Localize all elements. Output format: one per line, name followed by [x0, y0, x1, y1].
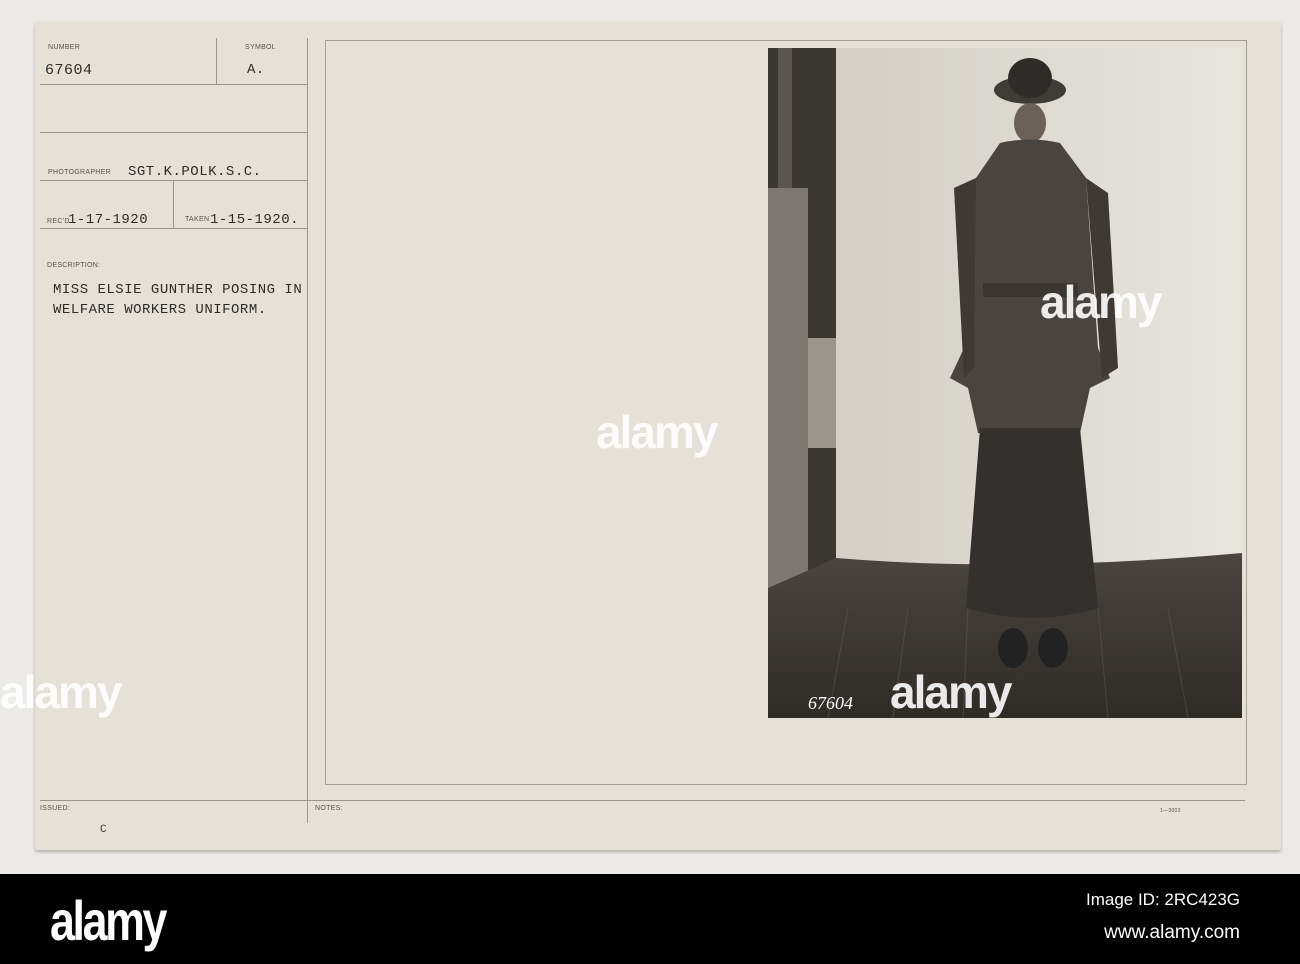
- watermark: alamy: [1040, 276, 1162, 328]
- issued-mark: C: [100, 824, 108, 836]
- image-id: Image ID: 2RC423G: [1085, 890, 1240, 909]
- number-value: 67604: [45, 62, 93, 79]
- photo-woman-in-uniform: [768, 48, 1242, 718]
- divider: [216, 38, 217, 85]
- watermark: alamy: [596, 406, 718, 458]
- description-line-1: MISS ELSIE GUNTHER POSING IN: [53, 282, 303, 298]
- notes-label: NOTES:: [315, 805, 343, 812]
- form-code: 1—3003: [1160, 808, 1181, 814]
- received-label: REC'D: [47, 218, 70, 225]
- alamy-logo: alamy: [50, 889, 167, 952]
- divider: [40, 228, 307, 229]
- photographer-label: PHOTOGRAPHER: [48, 169, 111, 176]
- photographer-value: SGT.K.POLK.S.C.: [128, 164, 262, 180]
- divider: [40, 800, 1245, 801]
- watermark: alamy: [0, 666, 122, 718]
- received-value: 1-17-1920: [68, 212, 149, 228]
- watermark: alamy: [890, 666, 1012, 718]
- taken-value: 1-15-1920.: [210, 212, 300, 228]
- description-line-2: WELFARE WORKERS UNIFORM.: [53, 302, 267, 318]
- issued-label: ISSUED:: [40, 805, 71, 812]
- number-label: NUMBER: [48, 44, 81, 51]
- divider: [40, 132, 307, 133]
- photograph: 67604: [768, 48, 1242, 718]
- site-url[interactable]: www.alamy.com: [1104, 922, 1240, 944]
- column-divider: [307, 38, 308, 823]
- footer-bar: alamy Image ID: 2RC423G www.alamy.com: [0, 874, 1300, 964]
- taken-label: TAKEN: [185, 216, 210, 223]
- symbol-label: SYMBOL: [245, 44, 276, 51]
- symbol-value: A.: [247, 62, 265, 78]
- divider: [40, 84, 307, 85]
- description-label: DESCRIPTION:: [47, 262, 101, 269]
- divider: [173, 180, 174, 228]
- negative-number: 67604: [808, 693, 853, 713]
